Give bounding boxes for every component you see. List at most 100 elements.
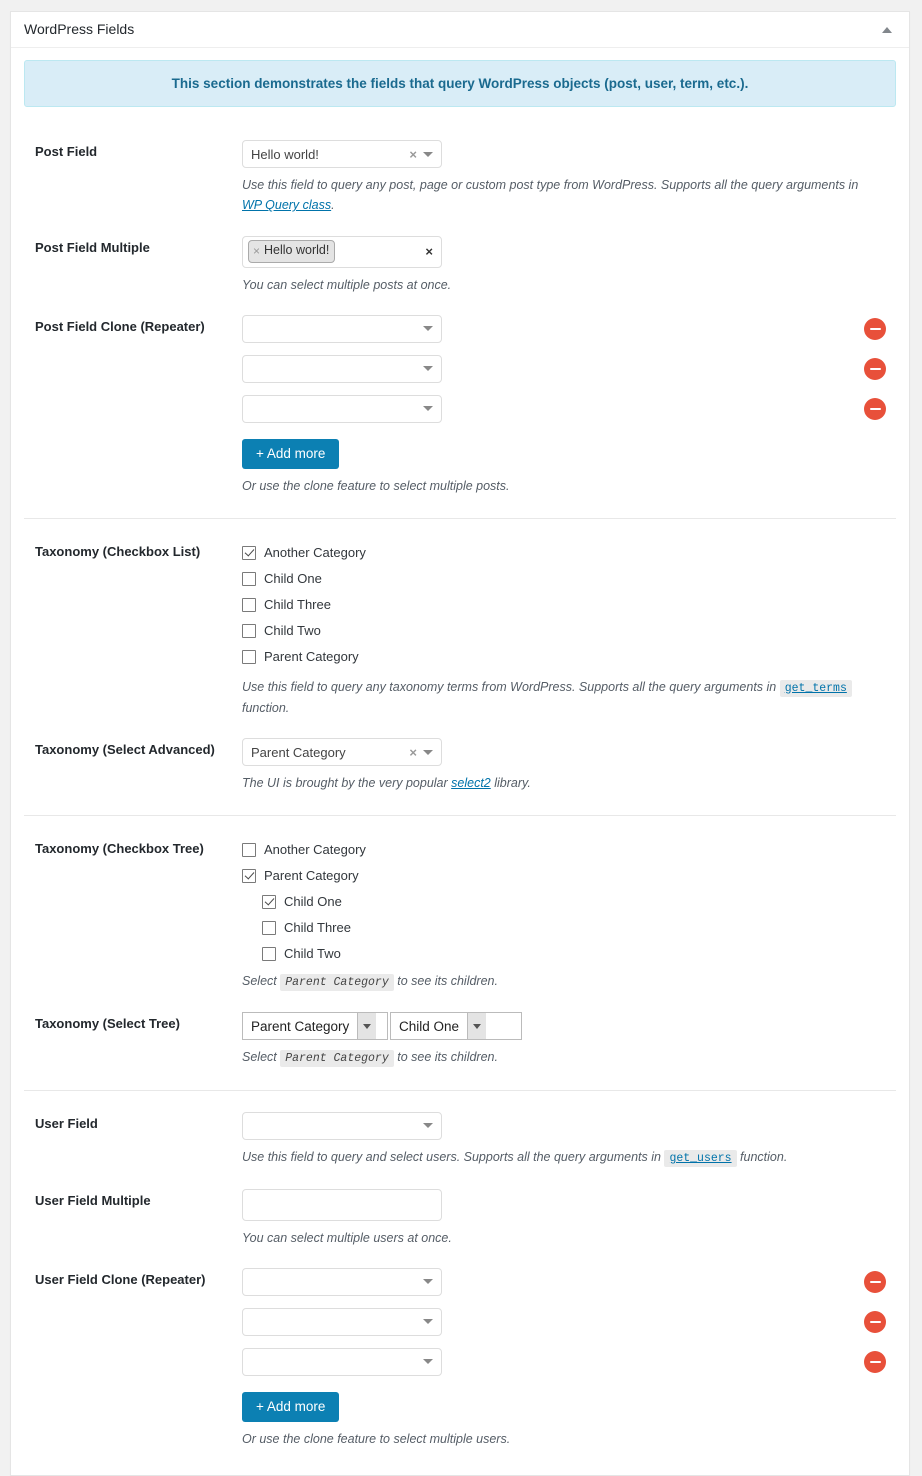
desc-text-end: function. xyxy=(737,1150,788,1164)
label-taxonomy-checkbox-list: Taxonomy (Checkbox List) xyxy=(24,540,242,719)
label-user-field-multiple: User Field Multiple xyxy=(24,1189,242,1248)
get-terms-link[interactable]: get_terms xyxy=(780,680,852,697)
checkbox-icon[interactable] xyxy=(262,895,276,909)
post-field-clone-description: Or use the clone feature to select multi… xyxy=(242,476,867,496)
user-clone-select-3[interactable] xyxy=(242,1348,442,1376)
metabox-header: WordPress Fields xyxy=(11,12,909,48)
field-row-post-field-clone: Post Field Clone (Repeater) xyxy=(24,304,896,506)
clone-item xyxy=(242,1348,896,1376)
remove-circle-icon[interactable] xyxy=(864,398,886,420)
post-clone-select-3[interactable] xyxy=(242,395,442,423)
chevron-down-icon xyxy=(423,1359,433,1364)
checkbox-label: Child Two xyxy=(264,623,321,638)
minus-bar xyxy=(870,1281,881,1284)
taxonomy-select-tree-child[interactable]: Child One xyxy=(390,1012,522,1040)
checkbox-icon[interactable] xyxy=(242,650,256,664)
clone-item xyxy=(242,1308,896,1336)
checkbox-item[interactable]: Another Category xyxy=(242,540,896,566)
label-user-field-clone: User Field Clone (Repeater) xyxy=(24,1268,242,1450)
checkbox-icon[interactable] xyxy=(242,546,256,560)
checkbox-icon[interactable] xyxy=(262,921,276,935)
desc-text: Select xyxy=(242,974,280,988)
checkbox-item-child[interactable]: Child Two xyxy=(242,941,896,967)
user-field-description: Use this field to query and select users… xyxy=(242,1147,867,1169)
desc-text: Use this field to query any post, page o… xyxy=(242,178,858,192)
remove-circle-icon[interactable] xyxy=(864,1271,886,1293)
field-row-post-field-multiple: Post Field Multiple ×Hello world! × You … xyxy=(24,225,896,304)
wp-query-class-link[interactable]: WP Query class xyxy=(242,198,331,212)
checkbox-item[interactable]: Child Three xyxy=(242,592,896,618)
desc-text: Select xyxy=(242,1050,280,1064)
chevron-down-icon xyxy=(423,326,433,331)
clear-x-icon[interactable]: × xyxy=(421,245,435,258)
selected-tags: ×Hello world! xyxy=(248,240,421,263)
checkbox-icon[interactable] xyxy=(242,843,256,857)
chevron-down-icon xyxy=(423,366,433,371)
taxonomy-select-tree-row: Parent Category Child One xyxy=(242,1012,896,1040)
remove-circle-icon[interactable] xyxy=(864,1311,886,1333)
user-field-multiple-input[interactable] xyxy=(242,1189,442,1221)
wordpress-fields-metabox: WordPress Fields This section demonstrat… xyxy=(10,11,910,1476)
checkbox-icon[interactable] xyxy=(242,624,256,638)
field-row-taxonomy-select-advanced: Taxonomy (Select Advanced) Parent Catego… xyxy=(24,727,896,802)
post-field-multiple-select[interactable]: ×Hello world! × xyxy=(242,236,442,268)
checkbox-icon[interactable] xyxy=(242,869,256,883)
minus-bar xyxy=(870,1361,881,1364)
checkbox-icon[interactable] xyxy=(242,572,256,586)
chevron-down-icon xyxy=(423,152,433,157)
metabox-body: This section demonstrates the fields tha… xyxy=(11,48,909,1475)
remove-circle-icon[interactable] xyxy=(864,358,886,380)
chevron-down-icon[interactable] xyxy=(467,1013,486,1039)
checkbox-icon[interactable] xyxy=(262,947,276,961)
checkbox-label: Child One xyxy=(264,571,322,586)
post-clone-select-2[interactable] xyxy=(242,355,442,383)
minus-bar xyxy=(870,328,881,331)
toggle-panel-button[interactable] xyxy=(877,20,897,40)
chevron-down-icon xyxy=(423,406,433,411)
remove-circle-icon[interactable] xyxy=(864,1351,886,1373)
label-taxonomy-select-advanced: Taxonomy (Select Advanced) xyxy=(24,738,242,793)
field-row-user-field-multiple: User Field Multiple You can select multi… xyxy=(24,1178,896,1257)
user-field-select[interactable] xyxy=(242,1112,442,1140)
clear-x-icon[interactable]: × xyxy=(407,746,423,759)
checkbox-label: Parent Category xyxy=(264,649,359,664)
parent-category-code: Parent Category xyxy=(280,1050,394,1067)
checkbox-item[interactable]: Parent Category xyxy=(242,644,896,670)
clear-x-icon[interactable]: × xyxy=(407,148,423,161)
label-post-field-multiple: Post Field Multiple xyxy=(24,236,242,295)
chevron-down-icon[interactable] xyxy=(357,1013,376,1039)
post-clone-select-1[interactable] xyxy=(242,315,442,343)
remove-circle-icon[interactable] xyxy=(864,318,886,340)
user-field-clone-description: Or use the clone feature to select multi… xyxy=(242,1429,867,1449)
taxonomy-select-advanced[interactable]: Parent Category × xyxy=(242,738,442,766)
checkbox-label: Parent Category xyxy=(264,868,359,883)
tag-remove-x-icon[interactable]: × xyxy=(253,243,260,260)
user-clone-select-1[interactable] xyxy=(242,1268,442,1296)
get-users-link[interactable]: get_users xyxy=(664,1150,736,1167)
clone-item xyxy=(242,395,896,423)
checkbox-item[interactable]: Child One xyxy=(242,566,896,592)
checkbox-icon[interactable] xyxy=(242,598,256,612)
post-field-multiple-description: You can select multiple posts at once. xyxy=(242,275,867,295)
clone-item xyxy=(242,315,896,343)
taxonomy-select-tree-parent[interactable]: Parent Category xyxy=(242,1012,388,1040)
user-clone-select-2[interactable] xyxy=(242,1308,442,1336)
chevron-down-icon xyxy=(423,750,433,755)
add-more-users-button[interactable]: + Add more xyxy=(242,1392,339,1423)
checkbox-label: Another Category xyxy=(264,545,366,560)
selected-tag[interactable]: ×Hello world! xyxy=(248,240,335,263)
post-field-select[interactable]: Hello world! × xyxy=(242,140,442,168)
field-row-taxonomy-checkbox-list: Taxonomy (Checkbox List) Another Categor… xyxy=(24,518,896,728)
checkbox-item-child[interactable]: Child One xyxy=(242,889,896,915)
parent-category-code: Parent Category xyxy=(280,974,394,991)
label-taxonomy-checkbox-tree: Taxonomy (Checkbox Tree) xyxy=(24,837,242,993)
checkbox-item[interactable]: Parent Category xyxy=(242,863,896,889)
checkbox-item-child[interactable]: Child Three xyxy=(242,915,896,941)
add-more-posts-button[interactable]: + Add more xyxy=(242,439,339,470)
checkbox-item[interactable]: Another Category xyxy=(242,837,896,863)
checkbox-item[interactable]: Child Two xyxy=(242,618,896,644)
desc-text: Use this field to query and select users… xyxy=(242,1150,664,1164)
clone-item xyxy=(242,355,896,383)
taxonomy-checkbox-list: Another Category Child One Child Three C… xyxy=(242,540,896,670)
select2-link[interactable]: select2 xyxy=(451,776,491,790)
